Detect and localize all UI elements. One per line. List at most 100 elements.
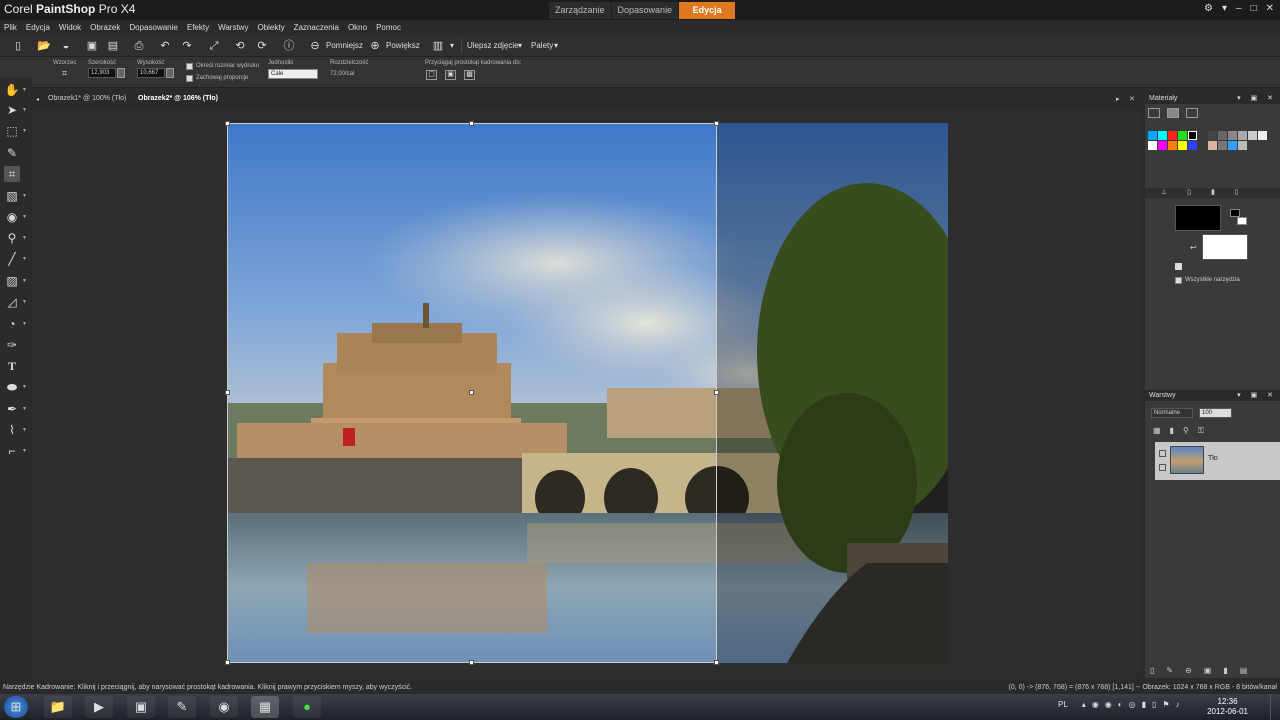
green-app-icon[interactable]: ● — [293, 696, 321, 718]
swatch[interactable] — [1218, 131, 1227, 140]
ellipse-tool-icon[interactable]: ⬬ — [4, 379, 20, 395]
swatch-grid[interactable] — [1148, 131, 1270, 151]
width-spinner[interactable] — [117, 68, 125, 78]
redo-icon[interactable]: ↷ — [179, 39, 195, 54]
menu-edycja[interactable]: Edycja — [26, 20, 50, 35]
layer-row[interactable]: Tło — [1155, 442, 1280, 480]
units-select[interactable]: Cale — [268, 69, 318, 79]
swatch[interactable] — [1258, 131, 1267, 140]
snap-merged-icon[interactable]: ▩ — [464, 70, 475, 80]
swatch[interactable] — [1248, 131, 1257, 140]
menu-obrazek[interactable]: Obrazek — [90, 20, 120, 35]
info-icon[interactable]: ⓘ — [281, 39, 297, 54]
paint-brush-icon[interactable]: ╱ — [4, 251, 20, 267]
zoom-in-icon[interactable]: ⊕ — [367, 39, 383, 54]
resize-icon[interactable]: ⤢ — [206, 39, 222, 54]
selection-tool-icon[interactable]: ⬚ — [4, 123, 20, 139]
help-icon[interactable]: ▾ — [1222, 3, 1227, 14]
undo-icon[interactable]: ↶ — [157, 39, 173, 54]
clock[interactable]: 12:36 2012-06-01 — [1207, 697, 1248, 717]
swatch[interactable] — [1188, 141, 1197, 150]
save-icon[interactable]: ▣ — [84, 39, 100, 54]
menu-okno[interactable]: Okno — [348, 20, 367, 35]
open-folder-icon[interactable]: 📂 — [36, 39, 52, 54]
floppy-app-icon[interactable]: ▣ — [127, 696, 155, 718]
zoom-out-icon[interactable]: ⊖ — [307, 39, 323, 54]
eraser-icon[interactable]: ◿ — [4, 294, 20, 310]
background-color[interactable] — [1202, 234, 1248, 260]
height-spinner[interactable] — [166, 68, 174, 78]
media-player-icon[interactable]: ▶ — [85, 696, 113, 718]
all-tools-checkbox[interactable] — [1175, 277, 1182, 284]
close-doc-icon[interactable]: ✕ — [1129, 95, 1135, 103]
swatch[interactable] — [1228, 141, 1237, 150]
zoom-out-button[interactable]: Pomniejsz — [326, 41, 363, 50]
crop-handle-center[interactable] — [469, 390, 474, 395]
restore-icon[interactable]: □ — [1251, 3, 1257, 14]
swatches-tab-icon[interactable] — [1186, 108, 1198, 118]
color-changer-icon[interactable]: ✑ — [4, 337, 20, 353]
swatch[interactable] — [1238, 141, 1247, 150]
swatch[interactable] — [1148, 141, 1157, 150]
crop-preset-icon[interactable]: ⌗ — [59, 69, 70, 79]
swatch[interactable] — [1218, 141, 1227, 150]
keep-ratio-checkbox[interactable] — [186, 75, 193, 82]
show-desktop-button[interactable] — [1270, 694, 1280, 720]
crop-handle-bottom[interactable] — [469, 660, 474, 665]
pick-tool-icon[interactable]: ➤ — [4, 102, 20, 118]
tab-edycja[interactable]: Edycja — [679, 2, 736, 19]
browse-icon[interactable]: ◒ — [58, 39, 74, 54]
panel-controls[interactable]: ▾ ▣ ✕ — [1237, 390, 1277, 401]
tab-zarzadzanie[interactable]: Zarządzanie — [549, 2, 611, 19]
straighten-tool-icon[interactable]: ▧ — [4, 188, 20, 204]
tools-app-icon[interactable]: ✎ — [168, 696, 196, 718]
swatch[interactable] — [1178, 141, 1187, 150]
swatch[interactable] — [1158, 131, 1167, 140]
rainbow-tab-icon[interactable] — [1167, 108, 1179, 118]
print-size-checkbox[interactable] — [186, 63, 193, 70]
fg-mini-swatch[interactable] — [1230, 209, 1240, 217]
tab-menu-icon[interactable]: ◂ — [36, 96, 39, 103]
crop-handle-top-left[interactable] — [225, 121, 230, 126]
foreground-color[interactable] — [1175, 205, 1221, 231]
menu-efekty[interactable]: Efekty — [187, 20, 209, 35]
rotate-right-icon[interactable]: ⟳ — [254, 39, 270, 54]
photo-canvas-image[interactable] — [227, 123, 948, 663]
visibility-icon[interactable] — [1159, 450, 1166, 457]
dropper-tool-icon[interactable]: ✎ — [4, 145, 20, 161]
reset-colors-icon[interactable] — [1175, 263, 1182, 270]
width-field[interactable]: 12,903 — [88, 68, 116, 78]
swatch[interactable] — [1168, 131, 1177, 140]
enhance-photo-menu[interactable]: Ulepsz zdjęcie — [467, 41, 519, 50]
layer-bottom-tools[interactable]: ▯✎⊖▣▮▤ — [1150, 666, 1259, 675]
snap-selection-icon[interactable]: ▢ — [426, 70, 437, 80]
photo-retouch-icon[interactable]: ▨ — [4, 273, 20, 289]
swatch[interactable] — [1228, 131, 1237, 140]
crop-tool-icon[interactable]: ⌗ — [4, 166, 20, 182]
snap-layer-icon[interactable]: ▣ — [445, 70, 456, 80]
menu-warstwy[interactable]: Warstwy — [218, 20, 248, 35]
lock-icon[interactable] — [1159, 464, 1166, 471]
pan-tool-icon[interactable]: ✋ — [4, 82, 20, 98]
materials-toolbar[interactable]: ⊥▯▮▯ — [1145, 188, 1280, 198]
firefox-icon[interactable]: ◉ — [210, 696, 238, 718]
swatch[interactable] — [1158, 141, 1167, 150]
text-tool-icon[interactable]: T — [4, 358, 20, 374]
crop-handle-right[interactable] — [714, 390, 719, 395]
minimize-icon[interactable]: – — [1236, 3, 1242, 14]
doc-tab-obrazek2[interactable]: Obrazek2* @ 106% (Tło) — [138, 95, 218, 102]
opacity-field[interactable]: 100 — [1199, 408, 1232, 418]
tray-icons[interactable]: ▴◉◉◐◎▮▯⚑♪ — [1082, 700, 1186, 709]
start-button[interactable]: ⊞ — [4, 696, 28, 718]
paintshop-taskbar-icon[interactable]: ▦ — [251, 696, 279, 718]
rotate-left-icon[interactable]: ⟲ — [232, 39, 248, 54]
menu-dopasowanie[interactable]: Dopasowanie — [129, 20, 177, 35]
chevron-down-icon[interactable]: ▾ — [450, 41, 454, 50]
crop-handle-bottom-left[interactable] — [225, 660, 230, 665]
clone-brush-icon[interactable]: ⚲ — [4, 230, 20, 246]
red-eye-tool-icon[interactable]: ◉ — [4, 209, 20, 225]
swap-colors-icon[interactable]: ↩ — [1190, 243, 1197, 252]
menu-pomoc[interactable]: Pomoc — [376, 20, 401, 35]
copy-icon[interactable]: ▥ — [430, 39, 446, 54]
crop-handle-left[interactable] — [225, 390, 230, 395]
